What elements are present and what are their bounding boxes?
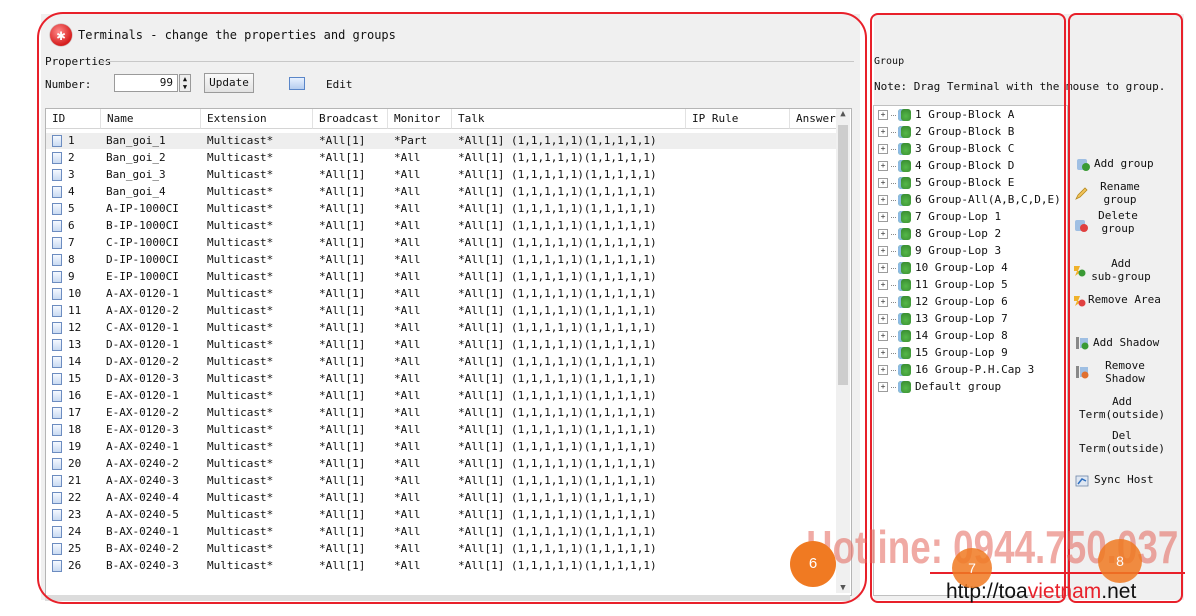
highlight-box-groups	[870, 13, 1066, 603]
callout-badge-6: 6	[790, 541, 836, 587]
callout-badge-7: 7	[952, 548, 992, 588]
callout-badge-8: 8	[1098, 539, 1142, 583]
highlight-box-terminals	[37, 12, 867, 604]
highlight-box-actions	[1068, 13, 1183, 603]
